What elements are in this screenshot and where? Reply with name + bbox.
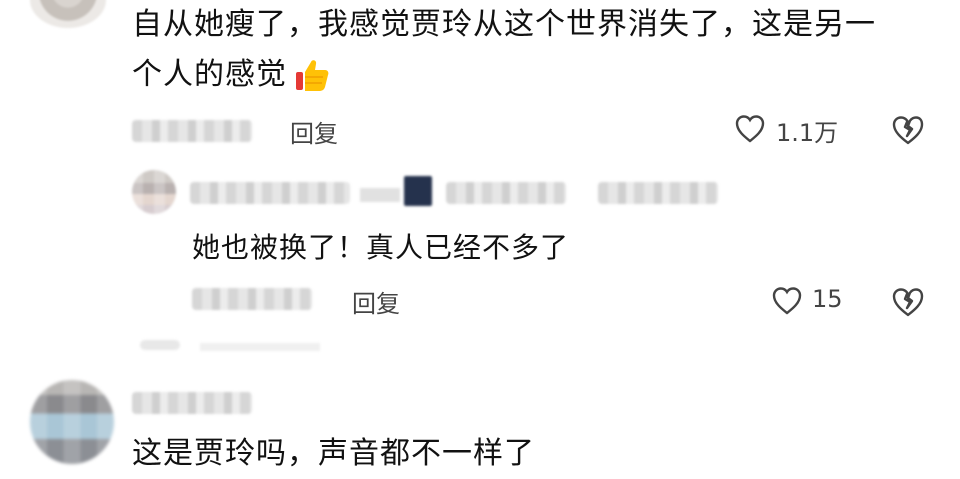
avatar[interactable] [30,0,106,28]
comment-text: 这是贾玲吗，声音都不一样了 [132,436,535,471]
reply-to-username [446,182,566,204]
comment-username [132,392,252,414]
comment-line-2: 个人的感觉 [132,57,287,92]
reply-timestamp [192,288,312,310]
avatar[interactable] [30,380,114,464]
reply-to-extra [598,182,718,204]
comment-line-1: 自从她瘦了，我感觉贾玲从这个世界消失了，这是另一 [132,7,876,42]
like-count: 1.1万 [776,119,839,147]
reply-button[interactable]: 回复 [352,284,400,319]
comment-timestamp [132,120,252,142]
broken-heart-icon[interactable] [890,284,926,320]
reply-author-avatar [404,176,432,206]
comment-text: 自从她瘦了，我感觉贾玲从这个世界消失了，这是另一 个人的感觉 [132,0,952,100]
avatar[interactable] [132,170,176,214]
reply-button[interactable]: 回复 [290,114,338,149]
reply-text: 她也被换了！真人已经不多了 [192,231,570,264]
reply-username [190,182,350,204]
heart-outline-icon[interactable] [733,112,767,146]
like-count: 15 [812,285,843,313]
more-replies-indicator [140,340,180,350]
comment-line-2-row: 个人的感觉 [132,50,952,100]
reply-separator [360,188,400,202]
heart-outline-icon[interactable] [770,284,804,318]
more-replies-text [200,343,320,351]
thumbs-up-icon [293,56,331,94]
broken-heart-icon[interactable] [890,112,926,148]
